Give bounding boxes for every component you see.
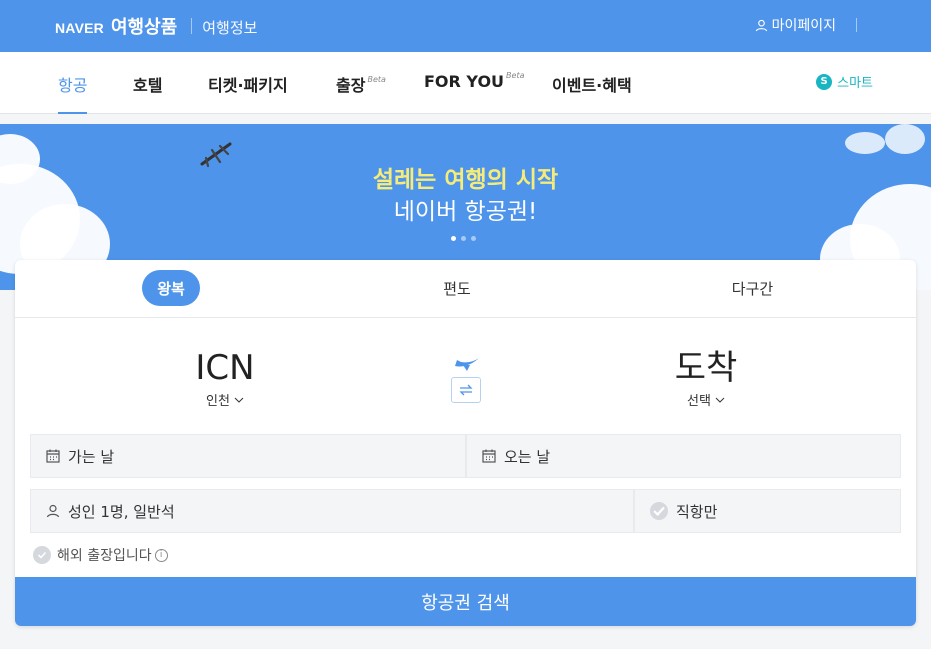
departure-date-label: 가는 날	[68, 447, 115, 466]
tab-round-trip[interactable]: 왕복	[142, 270, 200, 306]
origin-airport[interactable]: ICN 인천	[145, 348, 305, 409]
service-title[interactable]: 여행상품	[111, 13, 177, 39]
category-nav: 항공 호텔 티켓·패키지 출장 Beta FOR YOU Beta 이벤트·혜택 S…	[0, 52, 931, 114]
info-icon[interactable]: i	[154, 548, 168, 562]
nav-tab-for-you[interactable]: FOR YOU Beta	[424, 71, 525, 114]
destination-airport[interactable]: 도착 선택	[626, 348, 786, 409]
smart-label: 스마트	[837, 76, 873, 91]
destination-city: 선택	[687, 394, 711, 409]
origin-city: 인천	[206, 394, 230, 409]
smart-link[interactable]: S 스마트	[816, 72, 873, 91]
departure-date-field[interactable]: 가는 날	[30, 434, 466, 478]
checkbox-icon	[650, 502, 668, 520]
nav-tab-hotels[interactable]: 호텔	[133, 72, 162, 114]
beta-badge: Beta	[506, 71, 525, 80]
nav-tab-business-trip[interactable]: 출장 Beta	[336, 72, 386, 114]
nav-tab-events[interactable]: 이벤트·혜택	[552, 72, 632, 114]
destination-city-select[interactable]: 선택	[626, 390, 786, 409]
carousel-dot[interactable]	[451, 236, 456, 241]
calendar-icon	[482, 449, 496, 463]
swap-airports-button[interactable]	[451, 377, 481, 403]
user-icon	[755, 19, 767, 31]
business-trip-checkbox[interactable]: 해외 출장입니다 i	[33, 545, 168, 565]
return-date-label: 오는 날	[504, 447, 551, 466]
flight-search-panel: 왕복 편도 다구간 ICN 인천 도착 선택 가는 날 오는 날 성인 1명, …	[15, 260, 916, 626]
business-trip-label: 해외 출장입니다	[57, 548, 152, 564]
mypage-label: 마이페이지	[771, 18, 836, 34]
airplane-icon	[455, 358, 479, 371]
tab-multi-city[interactable]: 다구간	[715, 270, 790, 306]
search-flights-button[interactable]: 항공권 검색	[15, 577, 916, 626]
checkbox-icon	[33, 546, 51, 564]
banner-title: 설레는 여행의 시작	[372, 167, 559, 193]
nav-tab-flights[interactable]: 항공	[58, 72, 88, 114]
tab-one-way[interactable]: 편도	[427, 270, 487, 306]
header-divider	[191, 18, 193, 34]
carousel-dot[interactable]	[461, 236, 466, 241]
nav-tab-tickets-packages[interactable]: 티켓·패키지	[208, 72, 288, 114]
passenger-class-label: 성인 1명, 일반석	[68, 502, 175, 521]
return-date-field[interactable]: 오는 날	[466, 434, 901, 478]
carousel-indicator	[451, 236, 476, 241]
banner-subtitle: 네이버 항공권!	[393, 199, 538, 225]
direct-only-toggle[interactable]: 직항만	[634, 489, 901, 533]
header-separator	[856, 18, 857, 32]
naver-logo[interactable]: NAVER	[55, 20, 104, 36]
origin-city-select[interactable]: 인천	[145, 390, 305, 409]
passenger-class-field[interactable]: 성인 1명, 일반석	[30, 489, 634, 533]
swap-icon	[459, 384, 473, 396]
direct-only-label: 직항만	[676, 502, 718, 521]
mypage-link[interactable]: 마이페이지	[755, 15, 836, 35]
trip-type-tabs: 왕복 편도 다구간	[15, 260, 916, 318]
brand[interactable]: NAVER 여행상품 여행정보	[55, 13, 257, 39]
cloud-decoration	[885, 124, 925, 154]
smart-icon: S	[816, 73, 833, 90]
top-header: NAVER 여행상품 여행정보 마이페이지	[0, 0, 931, 52]
chevron-down-icon	[234, 397, 244, 403]
destination-code: 도착	[674, 348, 738, 388]
cloud-decoration	[845, 132, 885, 154]
chevron-down-icon	[715, 397, 725, 403]
origin-code: ICN	[195, 348, 255, 388]
carousel-dot[interactable]	[471, 236, 476, 241]
user-icon	[46, 504, 60, 518]
beta-badge: Beta	[367, 75, 386, 84]
travel-info-link[interactable]: 여행정보	[202, 17, 257, 38]
calendar-icon	[46, 449, 60, 463]
